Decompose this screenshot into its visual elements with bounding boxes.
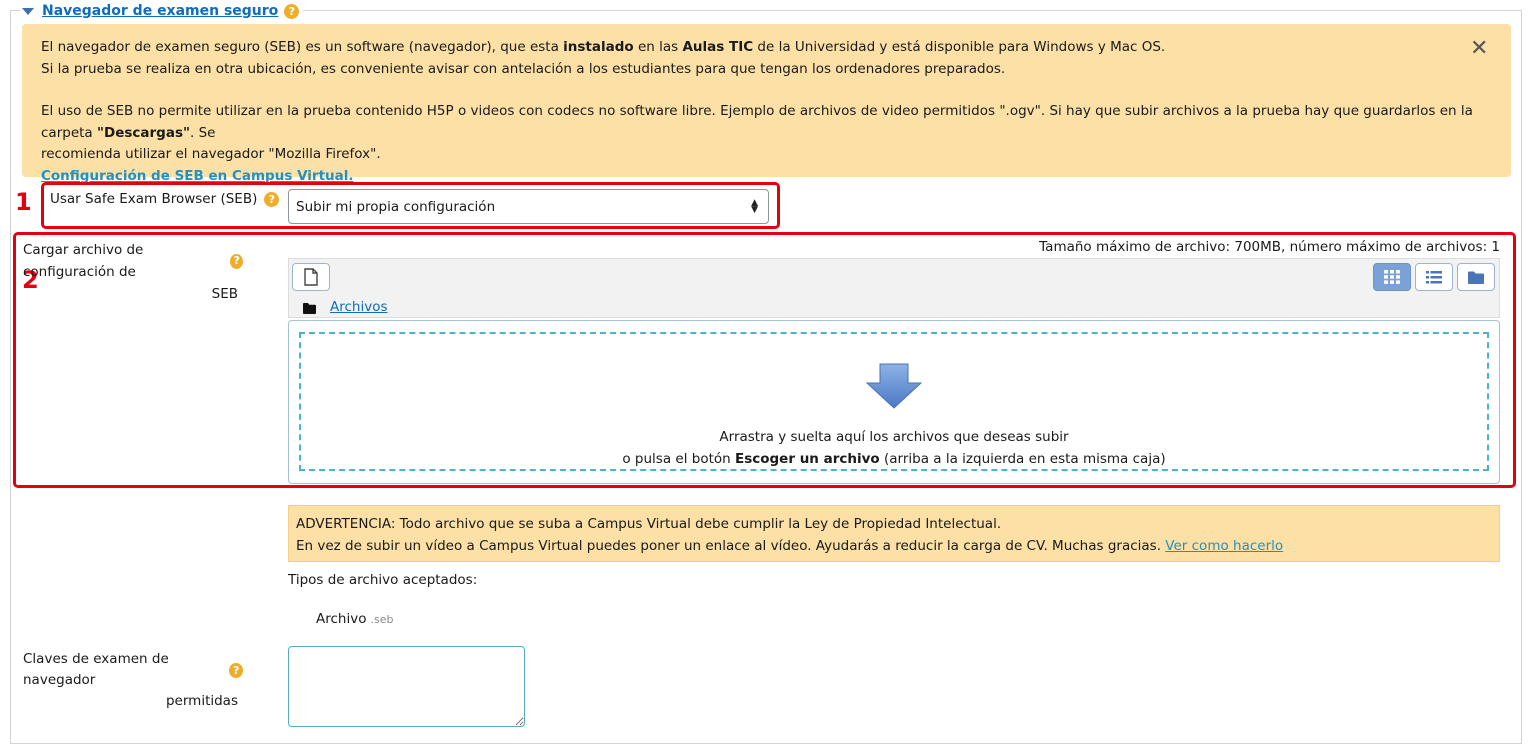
list-icon xyxy=(1426,270,1442,283)
accepted-type-item: Archivo .seb xyxy=(316,611,393,627)
info-paragraph-1: El navegador de examen seguro (SEB) es u… xyxy=(41,37,1492,59)
dropzone-instructions-line2: o pulsa el botón Escoger un archivo (arr… xyxy=(299,451,1489,467)
help-icon[interactable]: ? xyxy=(264,191,280,207)
drop-arrow-icon xyxy=(865,363,923,413)
help-icon[interactable]: ? xyxy=(229,662,243,678)
max-file-info: Tamaño máximo de archivo: 700MB, número … xyxy=(1039,239,1500,255)
info-bold: Aulas TIC xyxy=(682,39,754,55)
copyright-warning: ADVERTENCIA: Todo archivo que se suba a … xyxy=(288,505,1500,562)
config-file-label-line2: SEB xyxy=(211,286,238,302)
info-paragraph-2: Si la prueba se realiza en otra ubicació… xyxy=(41,60,1006,77)
info-alert: El navegador de examen seguro (SEB) es u… xyxy=(22,24,1511,184)
folder-icon xyxy=(303,302,316,318)
browser-keys-label-line2: permitidas xyxy=(165,693,238,709)
view-list-button[interactable] xyxy=(1415,263,1453,291)
accepted-type-name: Archivo xyxy=(316,611,367,627)
filepicker-toolbar xyxy=(288,258,1500,318)
info-text: El navegador de examen seguro (SEB) es u… xyxy=(41,39,564,55)
help-icon[interactable]: ? xyxy=(230,253,243,269)
info-text: de la Universidad y está disponible para… xyxy=(753,39,1166,55)
grid-icon xyxy=(1384,270,1400,284)
how-to-link[interactable]: Ver como hacerlo xyxy=(1165,538,1283,554)
seb-usage-label-text: Usar Safe Exam Browser (SEB) xyxy=(50,191,258,207)
step-marker-1: 1 xyxy=(15,188,32,216)
info-text: El uso de SEB no permite utilizar en la … xyxy=(41,103,1473,141)
dropzone-instructions-line1: Arrastra y suelta aquí los archivos que … xyxy=(719,429,1069,445)
info-bold: instalado xyxy=(563,39,634,55)
view-tree-button[interactable] xyxy=(1457,263,1495,291)
info-text: . Se xyxy=(190,124,216,141)
breadcrumb-folder-link[interactable]: Archivos xyxy=(330,299,388,315)
dropzone-bold: Escoger un archivo xyxy=(734,451,880,467)
seb-usage-selected-value: Subir mi propia configuración xyxy=(296,198,496,215)
help-icon[interactable]: ? xyxy=(284,3,300,19)
dropzone-text: (arriba a la izquierda en esta misma caj… xyxy=(879,451,1166,467)
folder-icon xyxy=(1468,271,1484,284)
browser-keys-label-line1: Claves de examen de navegador xyxy=(23,651,169,688)
warning-text: En vez de subir un vídeo a Campus Virtua… xyxy=(296,538,1166,554)
browser-keys-label: Claves de examen de navegador? permitida… xyxy=(23,649,243,712)
dropzone-text: o pulsa el botón xyxy=(622,451,735,467)
browser-keys-textarea[interactable] xyxy=(288,646,525,727)
info-paragraph-4: recomienda utilizar el navegador "Mozill… xyxy=(41,146,381,162)
section-legend[interactable]: Navegador de examen seguro ? xyxy=(20,1,304,21)
config-file-label-line1: Cargar archivo de configuración de xyxy=(23,242,144,280)
warning-line2: En vez de subir un vídeo a Campus Virtua… xyxy=(296,535,1492,557)
config-file-label: Cargar archivo de configuración de? SEB xyxy=(23,239,243,305)
collapse-triangle-icon[interactable] xyxy=(22,7,34,15)
accepted-types-label: Tipos de archivo aceptados: xyxy=(288,572,478,588)
section-title[interactable]: Navegador de examen seguro xyxy=(42,3,278,19)
seb-usage-label: Usar Safe Exam Browser (SEB) ? xyxy=(50,191,280,207)
accepted-type-ext: .seb xyxy=(370,613,394,626)
info-bold: "Descargas" xyxy=(96,124,191,141)
close-icon[interactable]: ✕ xyxy=(1470,38,1488,60)
add-file-button[interactable] xyxy=(292,263,330,291)
seb-usage-select[interactable]: Subir mi propia configuración ▲ ▼ xyxy=(288,189,769,224)
info-text: en las xyxy=(633,39,683,55)
select-arrows-icon: ▲ ▼ xyxy=(751,197,758,215)
info-paragraph-3: El uso de SEB no permite utilizar en la … xyxy=(41,101,1492,144)
view-icons-button[interactable] xyxy=(1373,263,1411,291)
file-icon xyxy=(304,268,318,286)
warning-line1: ADVERTENCIA: Todo archivo que se suba a … xyxy=(296,516,1002,532)
